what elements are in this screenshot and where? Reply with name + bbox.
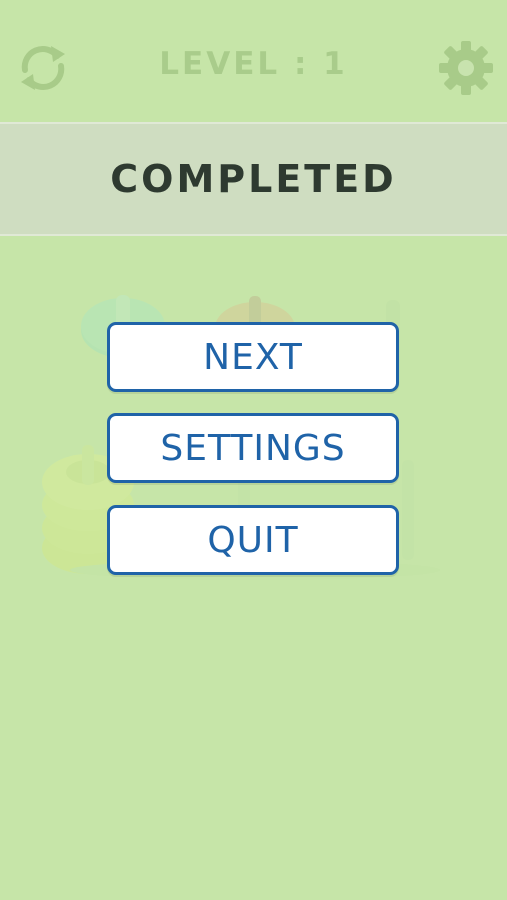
- gear-icon: [439, 41, 493, 95]
- completed-banner: COMPLETED: [0, 122, 507, 236]
- settings-icon-button[interactable]: [436, 38, 496, 98]
- settings-button[interactable]: SETTINGS: [107, 413, 399, 483]
- level-indicator: LEVEL : 1: [159, 46, 348, 82]
- top-bar: LEVEL : 1: [0, 0, 507, 120]
- completed-title: COMPLETED: [110, 157, 397, 201]
- quit-button[interactable]: QUIT: [107, 505, 399, 575]
- next-button[interactable]: NEXT: [107, 322, 399, 392]
